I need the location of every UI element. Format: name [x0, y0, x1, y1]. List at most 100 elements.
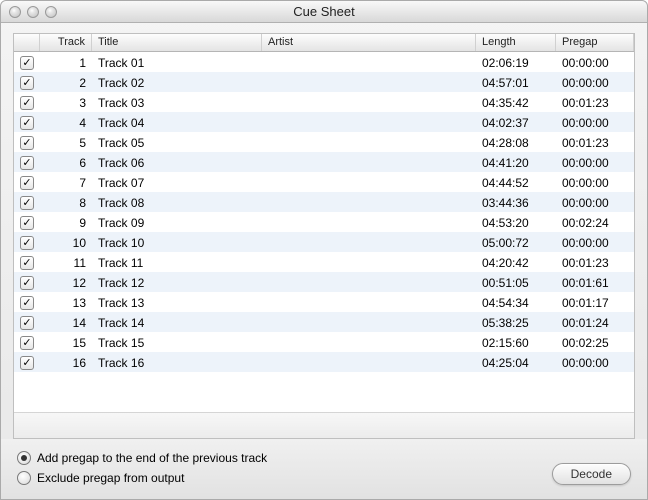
table-row[interactable]: ✓1Track 0102:06:1900:00:00 — [14, 52, 634, 72]
cell-track-number: 12 — [40, 274, 92, 290]
cell-check: ✓ — [14, 354, 40, 370]
checkbox[interactable]: ✓ — [20, 76, 34, 90]
cell-length: 04:54:34 — [476, 294, 556, 310]
zoom-icon[interactable] — [45, 6, 57, 18]
table-row[interactable]: ✓3Track 0304:35:4200:01:23 — [14, 92, 634, 112]
cell-pregap: 00:01:24 — [556, 314, 634, 330]
checkbox[interactable]: ✓ — [20, 136, 34, 150]
cell-length: 02:15:60 — [476, 334, 556, 350]
table-row[interactable]: ✓6Track 0604:41:2000:00:00 — [14, 152, 634, 172]
col-header-pregap[interactable]: Pregap — [556, 34, 634, 51]
cell-track-number: 15 — [40, 334, 92, 350]
cell-length: 04:20:42 — [476, 254, 556, 270]
checkbox[interactable]: ✓ — [20, 56, 34, 70]
cell-check: ✓ — [14, 94, 40, 110]
cell-pregap: 00:01:23 — [556, 134, 634, 150]
table-row[interactable]: ✓11Track 1104:20:4200:01:23 — [14, 252, 634, 272]
cell-check: ✓ — [14, 74, 40, 90]
cell-pregap: 00:02:25 — [556, 334, 634, 350]
table-row[interactable]: ✓7Track 0704:44:5200:00:00 — [14, 172, 634, 192]
cell-track-number: 10 — [40, 234, 92, 250]
cell-check: ✓ — [14, 134, 40, 150]
table-row[interactable]: ✓16Track 1604:25:0400:00:00 — [14, 352, 634, 372]
cell-title: Track 05 — [92, 134, 262, 150]
table-row[interactable]: ✓12Track 1200:51:0500:01:61 — [14, 272, 634, 292]
col-header-title[interactable]: Title — [92, 34, 262, 51]
cell-track-number: 14 — [40, 314, 92, 330]
cell-title: Track 11 — [92, 254, 262, 270]
table-row[interactable]: ✓8Track 0803:44:3600:00:00 — [14, 192, 634, 212]
table-body[interactable]: ✓1Track 0102:06:1900:00:00✓2Track 0204:5… — [14, 52, 634, 412]
minimize-icon[interactable] — [27, 6, 39, 18]
cell-title: Track 03 — [92, 94, 262, 110]
cell-check: ✓ — [14, 54, 40, 70]
table-row[interactable]: ✓10Track 1005:00:7200:00:00 — [14, 232, 634, 252]
checkbox[interactable]: ✓ — [20, 176, 34, 190]
cell-track-number: 13 — [40, 294, 92, 310]
checkbox[interactable]: ✓ — [20, 196, 34, 210]
checkbox[interactable]: ✓ — [20, 256, 34, 270]
cell-length: 04:35:42 — [476, 94, 556, 110]
cell-length: 03:44:36 — [476, 194, 556, 210]
radio-add-pregap[interactable]: Add pregap to the end of the previous tr… — [17, 451, 267, 465]
cell-title: Track 09 — [92, 214, 262, 230]
table-row[interactable]: ✓13Track 1304:54:3400:01:17 — [14, 292, 634, 312]
cell-artist — [262, 281, 476, 283]
cell-artist — [262, 141, 476, 143]
checkbox[interactable]: ✓ — [20, 356, 34, 370]
cell-title: Track 04 — [92, 114, 262, 130]
cell-track-number: 8 — [40, 194, 92, 210]
cell-title: Track 15 — [92, 334, 262, 350]
col-header-length[interactable]: Length — [476, 34, 556, 51]
cell-track-number: 7 — [40, 174, 92, 190]
table-footer-gap — [14, 412, 634, 438]
col-header-track[interactable]: Track — [40, 34, 92, 51]
cell-pregap: 00:00:00 — [556, 74, 634, 90]
decode-button[interactable]: Decode — [552, 463, 631, 485]
checkbox[interactable]: ✓ — [20, 156, 34, 170]
cell-track-number: 9 — [40, 214, 92, 230]
table-row[interactable]: ✓2Track 0204:57:0100:00:00 — [14, 72, 634, 92]
cell-pregap: 00:01:61 — [556, 274, 634, 290]
table-row[interactable]: ✓14Track 1405:38:2500:01:24 — [14, 312, 634, 332]
close-icon[interactable] — [9, 6, 21, 18]
radio-icon — [17, 451, 31, 465]
cell-pregap: 00:00:00 — [556, 234, 634, 250]
checkbox[interactable]: ✓ — [20, 276, 34, 290]
table-row[interactable]: ✓9Track 0904:53:2000:02:24 — [14, 212, 634, 232]
cell-check: ✓ — [14, 114, 40, 130]
cell-track-number: 11 — [40, 254, 92, 270]
cell-artist — [262, 181, 476, 183]
checkbox[interactable]: ✓ — [20, 96, 34, 110]
cell-title: Track 13 — [92, 294, 262, 310]
radio-exclude-pregap[interactable]: Exclude pregap from output — [17, 471, 267, 485]
checkbox[interactable]: ✓ — [20, 336, 34, 350]
cell-artist — [262, 241, 476, 243]
checkbox[interactable]: ✓ — [20, 316, 34, 330]
cell-artist — [262, 361, 476, 363]
cell-track-number: 2 — [40, 74, 92, 90]
cell-check: ✓ — [14, 274, 40, 290]
cell-pregap: 00:00:00 — [556, 54, 634, 70]
col-header-check[interactable] — [14, 34, 40, 51]
cell-length: 04:25:04 — [476, 354, 556, 370]
table-row[interactable]: ✓4Track 0404:02:3700:00:00 — [14, 112, 634, 132]
cell-length: 05:00:72 — [476, 234, 556, 250]
checkbox[interactable]: ✓ — [20, 236, 34, 250]
checkbox[interactable]: ✓ — [20, 116, 34, 130]
cell-pregap: 00:00:00 — [556, 194, 634, 210]
checkbox[interactable]: ✓ — [20, 216, 34, 230]
col-header-artist[interactable]: Artist — [262, 34, 476, 51]
cell-artist — [262, 161, 476, 163]
table-row[interactable]: ✓5Track 0504:28:0800:01:23 — [14, 132, 634, 152]
cell-check: ✓ — [14, 254, 40, 270]
cell-title: Track 06 — [92, 154, 262, 170]
table-header: Track Title Artist Length Pregap — [14, 34, 634, 52]
cell-artist — [262, 61, 476, 63]
table-row[interactable]: ✓ 15Track 15 02:15:6000:02:25 — [14, 332, 634, 352]
titlebar[interactable]: Cue Sheet — [1, 1, 647, 23]
cell-artist — [262, 341, 476, 343]
cell-length: 04:02:37 — [476, 114, 556, 130]
checkbox[interactable]: ✓ — [20, 296, 34, 310]
cell-check: ✓ — [14, 154, 40, 170]
